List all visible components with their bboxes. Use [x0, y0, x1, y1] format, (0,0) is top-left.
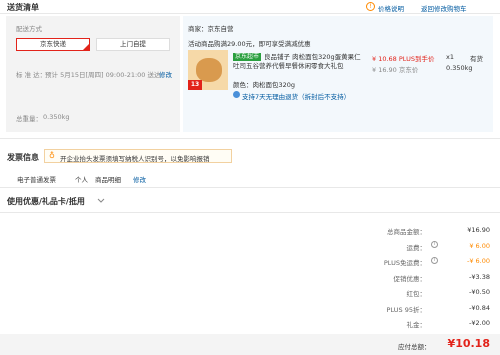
invoice-title: 发票信息 [7, 153, 39, 162]
item-weight: 0.350kg [446, 64, 473, 72]
page-title: 送货清单 [7, 3, 39, 12]
invoice-notice-text: 开企业抬头发票须填写纳税人识别号，以免影响报销 [60, 155, 210, 163]
invoice-holder: 个人 [75, 176, 88, 184]
summary-value: -¥0.84 [469, 303, 490, 312]
product-thumbnail[interactable]: 13 [188, 50, 228, 90]
info-icon[interactable]: i [431, 256, 438, 264]
option-self-pickup[interactable]: 上门自提 [96, 38, 170, 51]
price-note-link[interactable]: 价格说明 [378, 3, 404, 13]
back-to-cart-link[interactable]: 返回修改购物车 [421, 3, 467, 13]
quantity: x1 [446, 53, 454, 61]
invoice-notice-box: ♁ 开企业抬头发票须填写纳税人识别号，以免影响报销 [44, 149, 232, 163]
original-price: ¥ 16.90 京东价 [372, 66, 419, 74]
delivery-modify-link[interactable]: 修改 [159, 69, 172, 79]
product-name[interactable]: 良品铺子 肉松面包320g蛋黄果仁吐司五谷营养代餐早餐休闲零食大礼包 [233, 53, 366, 71]
option-jd-express-label: 京东快递 [40, 40, 66, 48]
total-weight-value: 0.350kg [43, 113, 70, 121]
invoice-content: 商品明细 [95, 176, 121, 184]
shield-icon [233, 91, 240, 98]
payable-label: 应付总额： [398, 343, 431, 351]
return-policy-text: 支持7天无理由退货（拆封后不支持） [242, 93, 351, 101]
summary-label: 总商品金额： [387, 228, 426, 236]
summary-label: PLUS 95折： [386, 305, 426, 314]
summary-value: -¥ 6.00 [466, 257, 490, 265]
option-jd-express[interactable]: 京东快递 [16, 38, 90, 51]
bread-image [196, 58, 222, 82]
thumb-badge: 13 [188, 80, 202, 90]
plus-price: ¥ 10.68 PLUS到手价 [372, 55, 435, 63]
summary-value: ¥ 6.00 [469, 241, 490, 250]
summary-value: -¥0.50 [469, 288, 490, 296]
product-color: 颜色：肉松面包320g [233, 81, 296, 89]
delivery-panel: 配送方式 京东快递 上门自提 标 准 达： 预计 5月15日[周四] 09:00… [6, 16, 180, 132]
delivery-time-label: 标 准 达： [16, 71, 47, 79]
option-self-pickup-label: 上门自提 [120, 40, 146, 48]
summary-label: 促销优惠： [393, 274, 427, 283]
summary-label: 礼金： [406, 321, 427, 329]
lightbulb-icon: ♁ [49, 151, 55, 160]
promo-text: 活动商品购满29.00元，即可享受满减优惠 [188, 40, 311, 48]
delivery-time-value: 预计 5月15日[周四] 09:00-21:00 送达 [45, 71, 161, 79]
summary-value: -¥3.38 [469, 272, 490, 281]
summary-label: 运费： [406, 243, 427, 252]
coupon-toggle[interactable]: 使用优惠/礼品卡/抵用 [7, 196, 85, 207]
merchant-name: 商家：京东自营 [188, 25, 234, 33]
summary-value: ¥16.90 [467, 226, 490, 234]
invoice-modify-link[interactable]: 修改 [133, 174, 146, 184]
delivery-method-label: 配送方式 [16, 25, 42, 33]
stock-status: 有货 [470, 55, 483, 63]
summary-value: -¥2.00 [469, 319, 490, 327]
summary-label: 红包： [406, 290, 427, 298]
info-icon: ! [366, 2, 375, 11]
payable-bar: 应付总额： ¥10.18 [0, 334, 500, 355]
total-weight-label: 总重量： [16, 115, 42, 123]
invoice-type: 电子普通发票 [17, 176, 56, 184]
payable-amount: ¥10.18 [447, 337, 490, 350]
info-icon[interactable]: i [431, 241, 438, 248]
chevron-down-icon[interactable] [97, 198, 105, 204]
selected-corner-icon [83, 44, 89, 50]
shop-panel: 商家：京东自营 活动商品购满29.00元，即可享受满减优惠 13 京东超市 良品… [183, 16, 493, 132]
summary-label: PLUS免运费： [383, 259, 426, 267]
